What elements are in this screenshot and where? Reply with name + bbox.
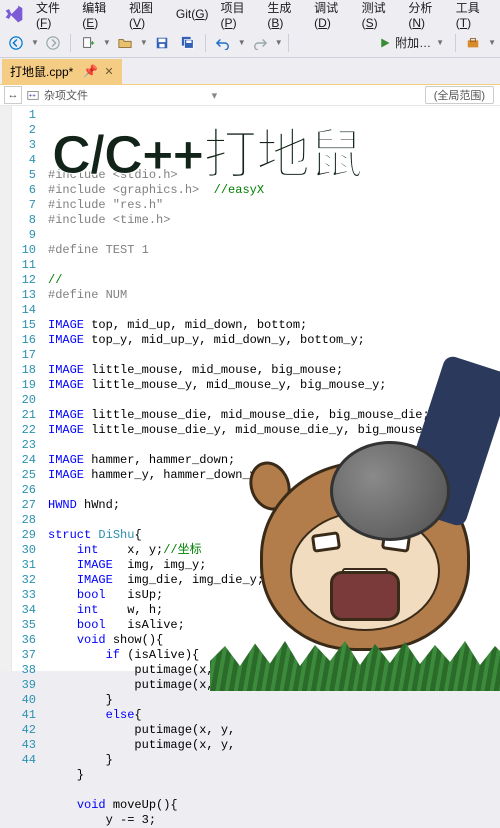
code-line[interactable]: else{ bbox=[48, 708, 500, 723]
code-line[interactable]: #include <time.h> bbox=[48, 213, 500, 228]
menu-project[interactable]: 项目(P) bbox=[215, 0, 262, 34]
menu-git[interactable]: Git(G) bbox=[170, 3, 215, 25]
run-label: 附加… bbox=[395, 34, 431, 51]
tab-active[interactable]: 打地鼠.cpp* 📌 ✕ bbox=[2, 59, 122, 84]
chevron-down-icon[interactable]: ▼ bbox=[275, 38, 283, 47]
menu-analyze[interactable]: 分析(N) bbox=[402, 0, 449, 34]
code-line[interactable]: IMAGE top, mid_up, mid_down, bottom; bbox=[48, 318, 500, 333]
code-line[interactable] bbox=[48, 258, 500, 273]
tab-bar: 打地鼠.cpp* 📌 ✕ bbox=[0, 58, 500, 84]
chevron-down-icon[interactable]: ▼ bbox=[103, 38, 111, 47]
code-line[interactable]: #define NUM bbox=[48, 288, 500, 303]
menu-test[interactable]: 测试(S) bbox=[356, 0, 403, 34]
code-line[interactable] bbox=[48, 783, 500, 798]
toolbar-separator bbox=[70, 34, 71, 52]
vs-logo-icon bbox=[4, 3, 24, 25]
code-line[interactable]: void moveUp(){ bbox=[48, 798, 500, 813]
toolbar: ▼ ▼ ▼ ▼ ▼ 附加… ▼ ▼ bbox=[0, 28, 500, 58]
code-line[interactable]: } bbox=[48, 693, 500, 708]
context-bar: ↔ ++ 杂项文件 ▾ (全局范围) bbox=[0, 84, 500, 106]
scope-dropdown[interactable]: (全局范围) bbox=[425, 86, 494, 104]
menu-file[interactable]: 文件(F) bbox=[30, 0, 76, 34]
save-all-button[interactable] bbox=[176, 31, 200, 55]
code-line[interactable]: // bbox=[48, 273, 500, 288]
menu-edit[interactable]: 编辑(E) bbox=[76, 0, 123, 34]
code-line[interactable]: #include <graphics.h> //easyX bbox=[48, 183, 500, 198]
close-icon[interactable]: ✕ bbox=[104, 65, 113, 78]
play-icon bbox=[379, 37, 391, 49]
margin bbox=[0, 106, 12, 671]
nav-back-button[interactable] bbox=[4, 31, 28, 55]
svg-text:++: ++ bbox=[29, 93, 37, 100]
attach-run-button[interactable]: 附加… ▼ bbox=[373, 32, 450, 53]
cartoon-overlay bbox=[210, 351, 500, 691]
chevron-down-icon[interactable]: ▼ bbox=[488, 38, 496, 47]
overlay-title: C/C++打地鼠 bbox=[52, 148, 362, 163]
code-line[interactable]: putimage(x, y, bbox=[48, 738, 500, 753]
menu-debug[interactable]: 调试(D) bbox=[308, 0, 355, 34]
cpp-file-icon: ++ bbox=[26, 88, 40, 102]
code-line[interactable]: y -= 3; bbox=[48, 813, 500, 828]
save-button[interactable] bbox=[150, 31, 174, 55]
code-line[interactable]: IMAGE top_y, mid_up_y, mid_down_y, botto… bbox=[48, 333, 500, 348]
chevron-down-icon[interactable]: ▼ bbox=[31, 38, 39, 47]
code-area[interactable]: C/C++打地鼠 #include <stdio.h>#include <gra… bbox=[42, 106, 500, 671]
nav-left-button[interactable]: ↔ bbox=[4, 86, 22, 104]
toolbar-separator bbox=[455, 34, 456, 52]
menu-tools[interactable]: 工具(T) bbox=[450, 0, 496, 34]
menu-build[interactable]: 生成(B) bbox=[261, 0, 308, 34]
toolbar-separator bbox=[288, 34, 289, 52]
toolbar-separator bbox=[205, 34, 206, 52]
context-label[interactable]: 杂项文件 bbox=[44, 87, 88, 103]
chevron-down-icon[interactable]: ▼ bbox=[238, 38, 246, 47]
code-line[interactable]: } bbox=[48, 753, 500, 768]
nav-fwd-button[interactable] bbox=[41, 31, 65, 55]
code-line[interactable] bbox=[48, 303, 500, 318]
toolbox-button[interactable] bbox=[461, 31, 485, 55]
chevron-down-icon[interactable]: ▼ bbox=[140, 38, 148, 47]
menu-view[interactable]: 视图(V) bbox=[123, 0, 170, 34]
redo-button[interactable] bbox=[248, 31, 272, 55]
tab-label: 打地鼠.cpp* bbox=[10, 63, 73, 80]
code-editor[interactable]: 1234567891011121314151617181920212223242… bbox=[0, 106, 500, 671]
open-file-button[interactable] bbox=[113, 31, 137, 55]
code-line[interactable]: putimage(x, y, bbox=[48, 723, 500, 738]
line-gutter: 1234567891011121314151617181920212223242… bbox=[12, 106, 42, 671]
code-line[interactable] bbox=[48, 228, 500, 243]
code-line[interactable]: } bbox=[48, 768, 500, 783]
chevron-down-icon: ▼ bbox=[436, 38, 444, 47]
code-line[interactable]: #define TEST 1 bbox=[48, 243, 500, 258]
code-line[interactable]: #include "res.h" bbox=[48, 198, 500, 213]
new-file-button[interactable] bbox=[76, 31, 100, 55]
undo-button[interactable] bbox=[211, 31, 235, 55]
pin-icon[interactable]: 📌 bbox=[83, 64, 98, 78]
menu-bar: 文件(F) 编辑(E) 视图(V) Git(G) 项目(P) 生成(B) 调试(… bbox=[0, 0, 500, 28]
